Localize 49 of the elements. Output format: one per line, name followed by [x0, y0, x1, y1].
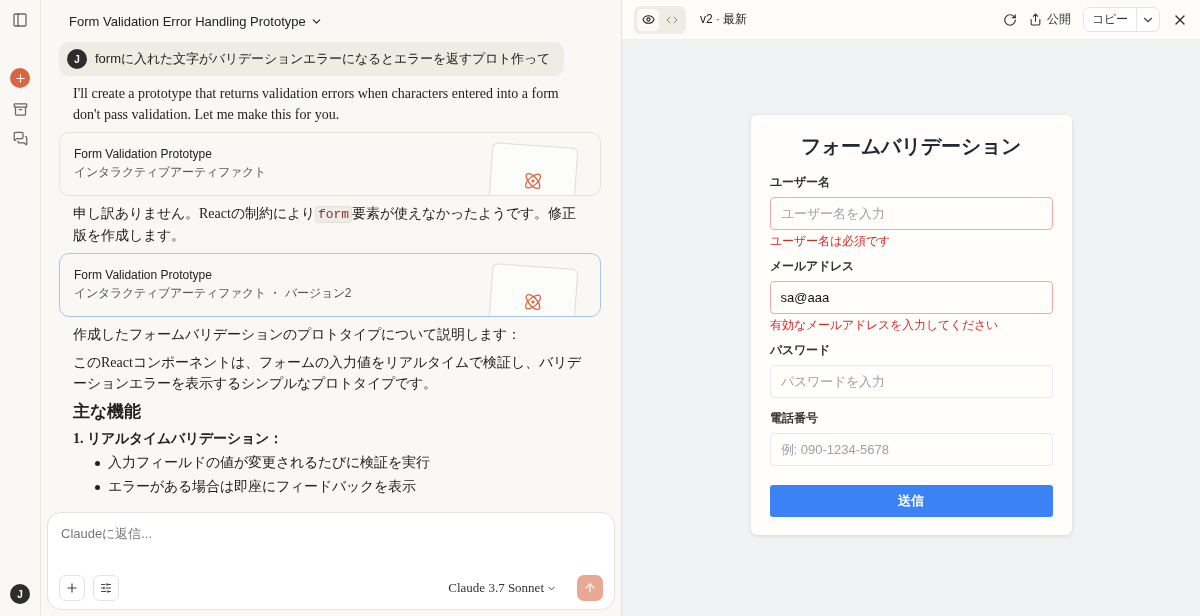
error-message: 有効なメールアドレスを入力してください [769, 317, 999, 334]
chat-title[interactable]: Form Validation Error Handling Prototype [41, 0, 621, 30]
message-paragraph: 作成したフォームバリデーションのプロトタイプについて説明します： [72, 326, 522, 344]
list-item: エラーがある場合は即座にフィードバックを表示 [108, 478, 416, 496]
bullet-icon [95, 460, 100, 466]
section-heading: 主な機能 [72, 401, 142, 423]
sliders-icon [100, 582, 112, 594]
reply-placeholder: Claudeに返信... [60, 525, 154, 543]
add-button[interactable] [59, 575, 85, 601]
plus-icon [13, 71, 27, 85]
artifact-subtitle: インタラクティブアーティファクト [74, 164, 266, 181]
message-paragraph: このReactコンポーネントは、フォームの入力値をリアルタイムで検証し、バリデーションエラーを表示するシンプルなプロトタイプです。 [72, 354, 583, 393]
model-selector[interactable]: Claude 3.7 Sonnet [442, 579, 563, 597]
user-message-text: formに入れた文字がバリデーションエラーになるとエラーを返すプロト作って [95, 50, 550, 68]
plus-icon [65, 581, 79, 595]
input-field[interactable]: ユーザー名を入力 [769, 197, 1053, 230]
field-label: 電話番号 [769, 410, 819, 427]
field-label: ユーザー名 [769, 174, 831, 191]
archive-icon[interactable] [12, 102, 28, 117]
list-item: 1. リアルタイムバリデーション： [72, 430, 284, 448]
message-paragraph: I'll create a prototype that returns validation errors when characters entered into a form don't pass validation. Let me make this for you. [72, 85, 560, 124]
new-chat-button[interactable] [10, 68, 30, 88]
version-label: v2 · 最新 [700, 11, 748, 28]
list-item: 入力フィールドの値が変更されるたびに検証を実行 [108, 454, 430, 472]
preview-button[interactable] [637, 8, 659, 31]
settings-button[interactable] [93, 575, 119, 601]
artifact-title: Form Validation Prototype [74, 147, 213, 161]
publish-button[interactable]: 公開 [1029, 11, 1071, 28]
field-label: パスワード [769, 342, 831, 359]
error-message: ユーザー名は必須です [769, 233, 891, 250]
reply-composer[interactable]: Claudeに返信... Claude 3.7 Sonnet [47, 512, 615, 610]
chats-icon[interactable] [12, 131, 28, 146]
bullet-icon [95, 484, 100, 490]
artifact-card[interactable]: Form Validation Prototype インタラクティブアーティファクト [59, 132, 601, 196]
submit-button[interactable]: 送信 [769, 485, 1053, 517]
user-avatar: J [67, 49, 87, 69]
artifact-title: Form Validation Prototype [74, 268, 213, 282]
artifact-card[interactable]: Form Validation Prototype インタラクティブアーティファクト ・ バージョン2 [59, 253, 601, 317]
sidebar-toggle-icon[interactable] [12, 12, 28, 28]
message-paragraph: 申し訳ありません。Reactの制約により form 要素が使えなかったようです。修正版を作成します。 [72, 205, 578, 245]
user-avatar[interactable]: J [10, 584, 30, 604]
input-field[interactable]: sa@aaa [769, 281, 1053, 314]
refresh-icon [1003, 12, 1017, 27]
artifact-subtitle: インタラクティブアーティファクト ・ バージョン2 [74, 285, 352, 302]
field-label: メールアドレス [769, 258, 855, 275]
refresh-button[interactable] [1003, 12, 1017, 27]
eye-icon [641, 13, 655, 26]
share-icon [1029, 13, 1042, 26]
form-title: フォームバリデーション [800, 134, 1022, 159]
